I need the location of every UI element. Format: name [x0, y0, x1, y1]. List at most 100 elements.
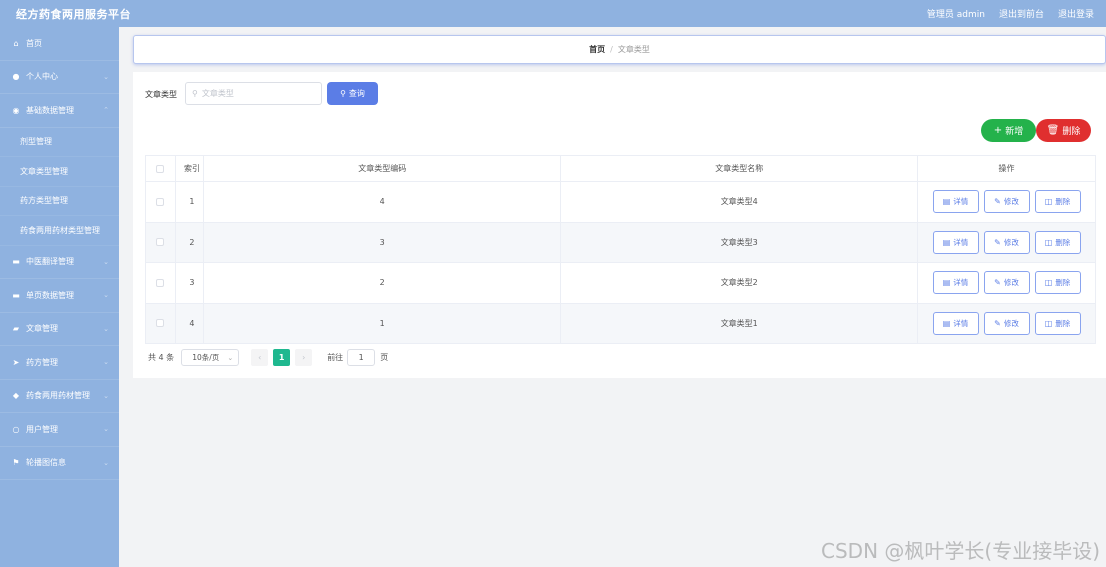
sidebar-item-tcm-translation[interactable]: ▬ 中医翻译管理 ⌄ — [0, 246, 119, 279]
row-checkbox[interactable] — [156, 319, 165, 328]
search-placeholder: 文章类型 — [201, 89, 234, 98]
exit-to-front-link[interactable]: 退出到前台 — [999, 7, 1044, 20]
delete-button[interactable]: ◫ 删除 — [1034, 271, 1081, 295]
delete-button[interactable]: ◫ 删除 — [1034, 230, 1081, 254]
sidebar-item-label: 药食两用药材管理 — [26, 391, 90, 401]
send-icon: ➤ — [12, 357, 20, 367]
page-number-current[interactable]: 1 — [273, 349, 291, 366]
cell-name: 文章类型1 — [560, 302, 918, 344]
cell-ops: ▤ 详情 ✎ 修改 ◫ 删除 — [917, 262, 1096, 304]
pencil-icon: ✎ — [994, 318, 1001, 328]
sidebar-subitem-article-type[interactable]: 文章类型管理 — [0, 157, 119, 187]
breadcrumb: 首页 / 文章类型 — [133, 35, 1106, 64]
sidebar-item-users[interactable]: ○ 用户管理 ⌄ — [0, 413, 119, 447]
cell-ops: ▤ 详情 ✎ 修改 ◫ 删除 — [917, 221, 1096, 263]
sidebar-item-personal-center[interactable]: ● 个人中心 ⌄ — [0, 61, 119, 94]
document-icon: ▤ — [942, 197, 951, 207]
table-row: 3 2 文章类型2 ▤ 详情 ✎ 修改 ◫ 删除 — [145, 262, 1096, 304]
search-button[interactable]: ⚲ 查询 — [327, 82, 378, 105]
edit-label: 修改 — [1003, 278, 1019, 288]
edit-button[interactable]: ✎ 修改 — [983, 230, 1030, 254]
detail-label: 详情 — [953, 237, 969, 247]
detail-button[interactable]: ▤ 详情 — [932, 230, 979, 254]
sidebar-item-articles[interactable]: ▰ 文章管理 ⌄ — [0, 313, 119, 346]
cell-name: 文章类型3 — [560, 221, 918, 263]
select-all-checkbox[interactable] — [156, 164, 165, 173]
row-checkbox[interactable] — [156, 238, 165, 247]
document-icon: ▤ — [942, 237, 951, 247]
sidebar-item-label: 首页 — [26, 38, 42, 48]
main-panel: 文章类型 ⚲ 文章类型 ⚲ 查询 + 新增 🗑︎ 删除 索引 文章类型编码 文章… — [133, 72, 1106, 378]
watermark: CSDN @枫叶学长(专业接毕设) — [821, 539, 1100, 563]
chevron-up-icon: ⌃ — [103, 106, 109, 115]
detail-button[interactable]: ▤ 详情 — [932, 190, 979, 214]
pencil-icon: ✎ — [994, 278, 1001, 288]
sidebar-item-carousel[interactable]: ⚑ 轮播图信息 ⌄ — [0, 447, 119, 480]
batch-delete-label: 删除 — [1062, 127, 1081, 137]
sidebar-item-basic-data[interactable]: ◉ 基础数据管理 ⌃ — [0, 94, 119, 128]
sidebar-subitem-dosage-form[interactable]: 剂型管理 — [0, 128, 119, 157]
detail-button[interactable]: ▤ 详情 — [932, 311, 979, 335]
trash-icon: ◫ — [1044, 318, 1053, 328]
search-input[interactable]: ⚲ 文章类型 — [185, 82, 322, 105]
edit-button[interactable]: ✎ 修改 — [983, 190, 1030, 214]
batch-delete-button[interactable]: 🗑︎ 删除 — [1036, 119, 1091, 142]
delete-button[interactable]: ◫ 删除 — [1034, 311, 1081, 335]
sidebar-subitem-prescription-type[interactable]: 药方类型管理 — [0, 187, 119, 216]
chevron-left-icon: ‹ — [258, 353, 262, 362]
shield-icon: ◆ — [12, 391, 20, 401]
add-button[interactable]: + 新增 — [981, 119, 1036, 142]
sidebar-item-label: 单页数据管理 — [26, 290, 74, 300]
sidebar-item-home[interactable]: ⌂ 首页 — [0, 27, 119, 61]
goto-label: 前往 — [327, 353, 344, 362]
cell-name: 文章类型2 — [560, 262, 918, 304]
edit-button[interactable]: ✎ 修改 — [983, 311, 1030, 335]
sidebar-item-label: 药方管理 — [26, 357, 58, 367]
goto-page-input[interactable]: 1 — [347, 349, 376, 366]
document-icon: ▤ — [942, 318, 951, 328]
pagination: 共 4 条 10条/页 ⌄ ‹ 1 › 前往 1 页 — [148, 349, 388, 366]
chevron-down-icon: ⌄ — [103, 257, 109, 266]
sidebar-item-prescriptions[interactable]: ➤ 药方管理 ⌄ — [0, 346, 119, 380]
sidebar-item-label: 中医翻译管理 — [26, 257, 74, 267]
logout-link[interactable]: 退出登录 — [1058, 7, 1094, 20]
detail-button[interactable]: ▤ 详情 — [932, 271, 979, 295]
trash-icon: ◫ — [1044, 197, 1053, 207]
header-name: 文章类型名称 — [560, 155, 918, 182]
row-checkbox-cell — [145, 262, 176, 304]
plus-icon: + — [993, 125, 1003, 136]
edit-label: 修改 — [1003, 237, 1019, 247]
search-label: 文章类型 — [145, 90, 177, 99]
cell-index: 3 — [174, 262, 204, 304]
sidebar-item-label: 文章管理 — [26, 324, 58, 334]
sidebar-item-single-page[interactable]: ▬ 单页数据管理 ⌄ — [0, 279, 119, 313]
edit-label: 修改 — [1003, 197, 1019, 207]
row-checkbox[interactable] — [156, 278, 165, 287]
edit-button[interactable]: ✎ 修改 — [983, 271, 1030, 295]
sidebar-subitem-herb-type[interactable]: 药食两用药材类型管理 — [0, 216, 119, 246]
users-icon: ○ — [12, 424, 20, 434]
document-icon: ▤ — [942, 278, 951, 288]
table-row: 1 4 文章类型4 ▤ 详情 ✎ 修改 ◫ 删除 — [145, 181, 1096, 223]
folder-icon: ▰ — [12, 324, 20, 334]
sidebar-item-herbs[interactable]: ◆ 药食两用药材管理 ⌄ — [0, 380, 119, 413]
home-icon: ⌂ — [13, 38, 19, 48]
app-title: 经方药食两用服务平台 — [16, 7, 131, 21]
detail-label: 详情 — [953, 197, 969, 207]
page-size-select[interactable]: 10条/页 ⌄ — [181, 349, 240, 366]
chevron-down-icon: ⌄ — [103, 458, 109, 467]
breadcrumb-home[interactable]: 首页 — [589, 44, 605, 55]
edit-label: 修改 — [1003, 318, 1019, 328]
cell-name: 文章类型4 — [560, 181, 918, 223]
detail-label: 详情 — [953, 278, 969, 288]
row-checkbox-cell — [145, 221, 176, 263]
table-header-row: 索引 文章类型编码 文章类型名称 操作 — [145, 155, 1096, 182]
prev-page-button[interactable]: ‹ — [251, 349, 269, 366]
row-checkbox[interactable] — [156, 197, 165, 206]
search-icon: ⚲ — [192, 89, 198, 98]
breadcrumb-separator: / — [610, 45, 613, 54]
next-page-button[interactable]: › — [295, 349, 313, 366]
add-button-label: 新增 — [1005, 127, 1024, 137]
cell-ops: ▤ 详情 ✎ 修改 ◫ 删除 — [917, 302, 1096, 344]
delete-button[interactable]: ◫ 删除 — [1034, 190, 1081, 214]
